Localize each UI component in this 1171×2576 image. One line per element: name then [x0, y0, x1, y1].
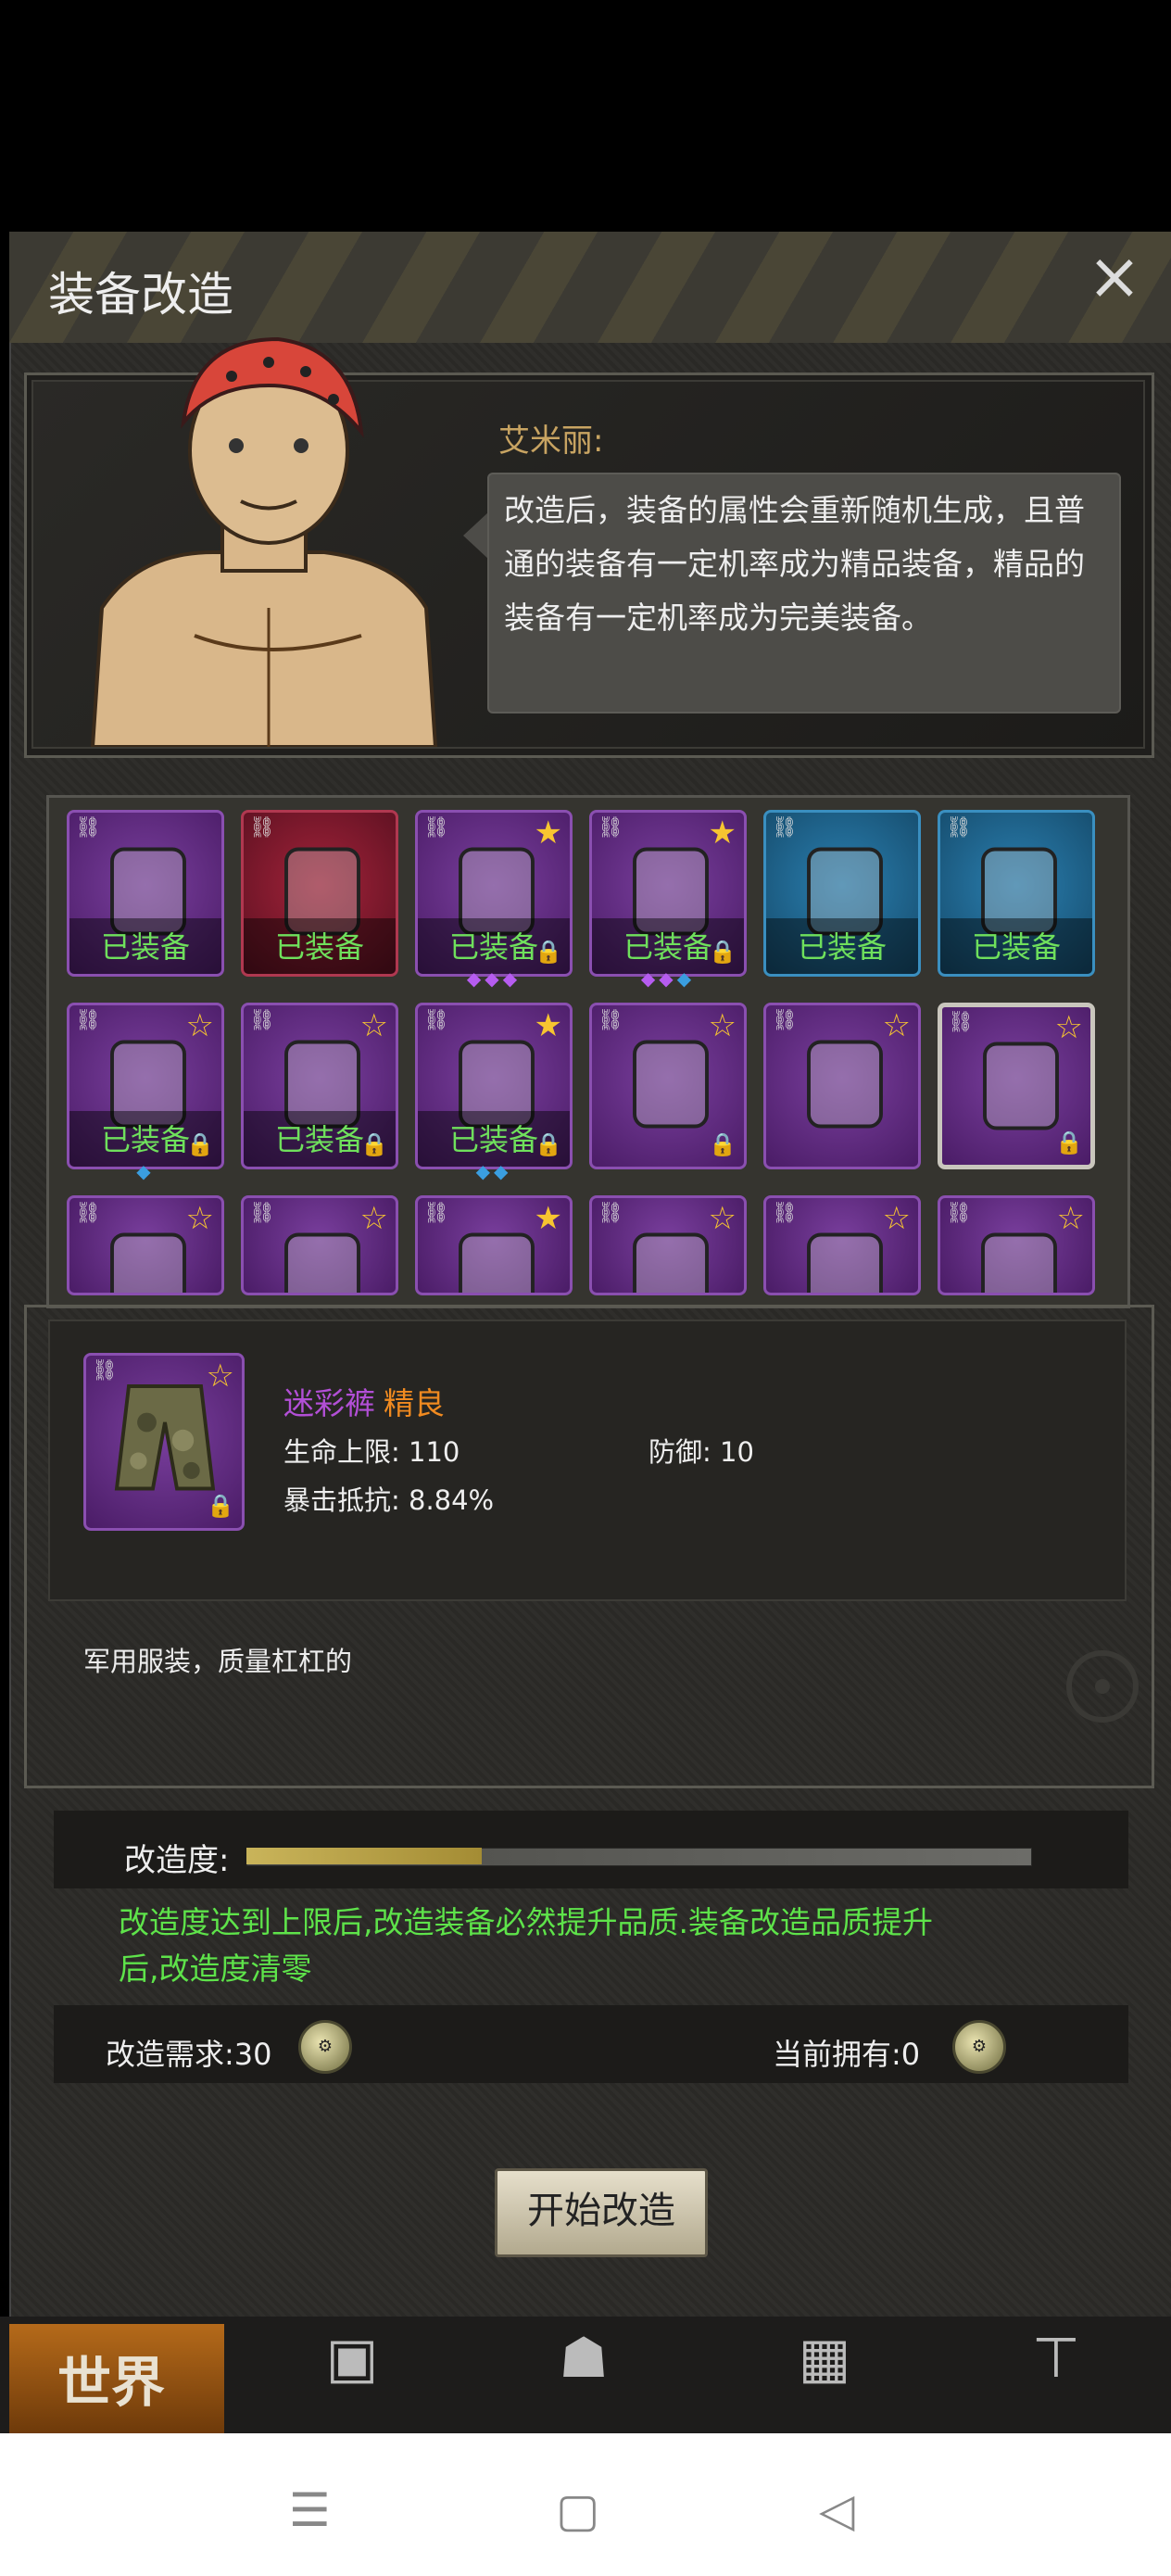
inventory-slot-camo-helmet[interactable]: ⛓ ★ [415, 1195, 573, 1295]
coin-icon: ⚙ [952, 2020, 1006, 2074]
selected-item-icon: ⛓ ☆ 🔒 [83, 1353, 245, 1531]
inventory-slot-camo-pants[interactable]: ⛓ ☆ 🔒 [938, 1003, 1095, 1169]
gem-icon: ◆ [640, 967, 660, 990]
inventory-slot-police-helmet[interactable]: ⛓ ★ 已装备 🔒 [415, 810, 573, 977]
gem-icon: ◆ [659, 967, 677, 990]
workbench-icon[interactable]: ⊤ [1001, 2326, 1112, 2391]
lock-icon: 🔒 [535, 1131, 562, 1157]
pistol-icon [981, 1232, 1057, 1293]
gem-slots: ◆◆◆ [415, 967, 573, 990]
stat-defense: 防御: 10 [648, 1436, 754, 1468]
backpack-icon[interactable]: ▣ [296, 2326, 408, 2391]
npc-speech: 改造后，装备的属性会重新随机生成，且普通的装备有一定机率成为精品装备，精品的装备… [504, 492, 1085, 636]
inventory-slot-camo-rifle[interactable]: ⛓ ★ 已装备 🔒 [589, 810, 747, 977]
inventory-slot-machete[interactable]: ⛓ ★ 已装备 🔒 [415, 1003, 573, 1169]
inventory-slot-riot-shield-1[interactable]: ⛓ 已装备 [763, 810, 921, 977]
inventory-slot-ice-sword[interactable]: ⛓ ☆ 已装备 🔒 [241, 1003, 398, 1169]
page-title: 装备改造 [48, 268, 233, 322]
inventory-slot-camo-jacket[interactable]: ⛓ ☆ [241, 1195, 398, 1295]
inventory-slot-katana[interactable]: ⛓ ☆ 已装备 🔒 [67, 1003, 224, 1169]
gem-slots: ◆ [67, 1160, 224, 1182]
camo-pants-icon [114, 1384, 216, 1491]
lock-icon: 🔒 [207, 1493, 234, 1519]
inventory-slot-parka-coat[interactable]: ⛓ 已装备 [67, 810, 224, 977]
progress-label: 改造度: [124, 1842, 230, 1879]
back-icon[interactable]: ◁ [819, 2483, 854, 2537]
inventory-slot-football-helmet[interactable]: ⛓ 已装备 [241, 810, 398, 977]
camo-helmet-icon [459, 1232, 535, 1293]
home-icon[interactable]: ▢ [556, 2483, 599, 2537]
camo-vest-icon [110, 1232, 186, 1293]
stat-hp: 生命上限: 110 [283, 1436, 460, 1468]
close-icon[interactable]: × [1082, 244, 1147, 313]
lock-icon: 🔒 [709, 939, 737, 965]
item-description: 军用服装，质量杠杠的 [83, 1646, 353, 1677]
camo-pants-icon [983, 1042, 1059, 1130]
lock-icon: 🔒 [1055, 1130, 1083, 1155]
equipped-label: 已装备 [971, 929, 1061, 965]
menu-icon[interactable]: ☰ [289, 2483, 331, 2537]
inventory-slot-riot-shield-2[interactable]: ⛓ 已装备 [938, 810, 1095, 977]
stat-crit-resist: 暴击抵抗: 8.84% [283, 1484, 495, 1516]
inventory-slot-sniper-rifle[interactable]: ⛓ ☆ [763, 1195, 921, 1295]
lock-icon: 🔒 [360, 1131, 388, 1157]
sniper-rifle-icon [807, 1232, 883, 1293]
gem-icon: ◆ [466, 967, 485, 990]
inventory-slot-camo-vest[interactable]: ⛓ ☆ [67, 1195, 224, 1295]
gem-slots: ◆◆◆ [589, 967, 747, 990]
coin-icon: ⚙ [298, 2020, 352, 2074]
owned-label: 当前拥有:0 [773, 2037, 921, 2072]
camo-boots-icon [807, 1040, 883, 1129]
lock-icon: 🔒 [535, 939, 562, 965]
gem-icon: ◆ [485, 967, 503, 990]
requirement-label: 改造需求:30 [106, 2037, 272, 2072]
tactical-vest-icon [633, 1040, 709, 1129]
inventory-slot-pistol[interactable]: ⛓ ☆ [938, 1195, 1095, 1295]
speech-bubble-tail [463, 511, 489, 560]
nav-world-label: 世界 [57, 2351, 166, 2414]
gem-icon: ◆ [676, 967, 696, 990]
gem-icon: ◆ [502, 967, 522, 990]
lock-icon: 🔒 [186, 1131, 214, 1157]
radiation-icon [1066, 1650, 1139, 1723]
item-quality: 精良 [384, 1385, 445, 1421]
building-icon[interactable]: ▦ [769, 2326, 880, 2391]
camo-jacket-icon [284, 1232, 360, 1293]
crossbow-icon [633, 1232, 709, 1293]
npc-name: 艾米丽: [498, 423, 604, 460]
progress-fill [246, 1848, 482, 1864]
gem-icon: ◆ [136, 1160, 155, 1182]
item-name: 迷彩裤 [283, 1385, 375, 1421]
gem-icon: ◆ [494, 1160, 512, 1182]
character-icon[interactable]: ☗ [528, 2326, 639, 2391]
inventory-slot-crossbow[interactable]: ⛓ ☆ [589, 1195, 747, 1295]
npc-portrait [90, 336, 438, 747]
inventory-slot-tactical-vest[interactable]: ⛓ ☆ 🔒 [589, 1003, 747, 1169]
equipped-label: 已装备 [100, 929, 190, 965]
equipped-label: 已装备 [274, 929, 364, 965]
equipped-label: 已装备 [797, 929, 887, 965]
start-modify-button[interactable]: 开始改造 [495, 2168, 708, 2257]
gem-icon: ◆ [475, 1160, 494, 1182]
lock-icon: 🔒 [709, 1131, 737, 1157]
inventory-slot-camo-boots[interactable]: ⛓ ☆ [763, 1003, 921, 1169]
gem-slots: ◆◆ [415, 1160, 573, 1182]
progress-note: 改造度达到上限后,改造装备必然提升品质.装备改造品质提升后,改造度清零 [119, 1904, 933, 1987]
